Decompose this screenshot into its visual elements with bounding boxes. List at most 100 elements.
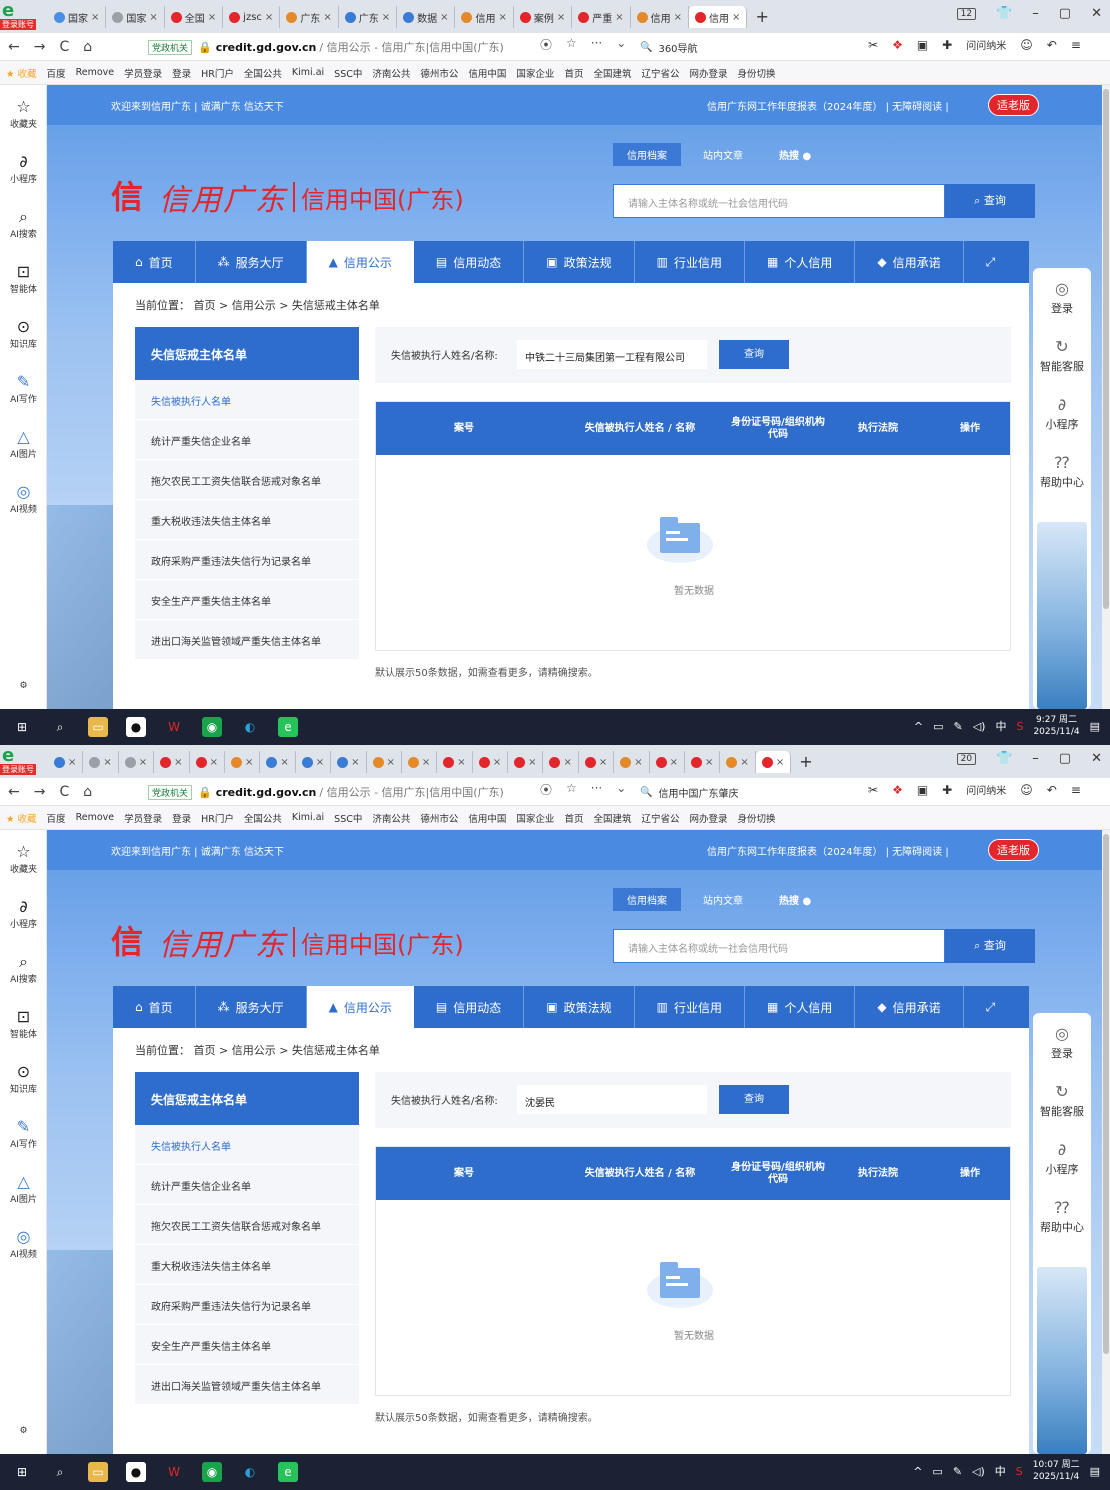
tab-close-icon[interactable]: × xyxy=(316,757,324,768)
search-filter-tab[interactable]: 热搜 ● xyxy=(765,888,825,911)
shirt-icon[interactable]: 👕 xyxy=(996,6,1012,21)
maximize-icon[interactable]: ▢ xyxy=(1059,6,1071,21)
bookmark-item[interactable]: Remove xyxy=(76,67,115,78)
bookmark-item[interactable]: 百度 xyxy=(47,811,66,825)
left-menu-item[interactable]: 重大税收违法失信主体名单 xyxy=(135,500,359,540)
browser-logo-icon[interactable]: e xyxy=(2,2,22,20)
browser-tab[interactable]: 广东 × xyxy=(339,6,398,28)
menu-icon[interactable]: ≡ xyxy=(1071,783,1081,797)
browser-tab[interactable]: × xyxy=(437,751,473,773)
bookmark-item[interactable]: 信用中国 xyxy=(468,66,506,80)
left-menu-item[interactable]: 拖欠农民工工资失信联合惩戒对象名单 xyxy=(135,1205,359,1245)
bookmark-star-icon[interactable]: ☆ xyxy=(566,781,577,798)
browser-tab[interactable]: 严重 × xyxy=(572,6,631,28)
float-menu-item[interactable]: ∂ 小程序 xyxy=(1033,394,1091,432)
tab-close-icon[interactable]: × xyxy=(670,757,678,768)
browser-tab[interactable]: × xyxy=(119,751,155,773)
float-menu-item[interactable]: ∂ 小程序 xyxy=(1033,1139,1091,1177)
expand-icon[interactable]: ⤢ xyxy=(964,986,1018,1028)
bookmark-item[interactable]: Remove xyxy=(76,812,115,823)
tab-close-icon[interactable]: × xyxy=(557,12,565,23)
battery-icon[interactable]: ▭ xyxy=(933,720,943,733)
browser-tab[interactable]: × xyxy=(402,751,438,773)
maximize-icon[interactable]: ▢ xyxy=(1059,751,1071,766)
site-logo[interactable]: 信 信用广东 信用中国(广东) xyxy=(111,920,464,964)
site-search-input[interactable]: 请输入主体名称或统一社会信用代码 xyxy=(613,929,945,963)
tab-close-icon[interactable]: × xyxy=(387,757,395,768)
browser-tab[interactable]: × xyxy=(579,751,615,773)
scrollbar[interactable] xyxy=(1102,85,1110,709)
browser-tab[interactable]: 信用 × xyxy=(689,6,748,28)
tab-close-icon[interactable]: × xyxy=(740,757,748,768)
left-menu-item[interactable]: 安全生产严重失信主体名单 xyxy=(135,1325,359,1365)
left-menu-title[interactable]: 失信惩戒主体名单 xyxy=(135,327,359,380)
forward-icon[interactable]: → xyxy=(34,784,46,800)
elder-mode-button[interactable]: 适老版 xyxy=(988,94,1039,116)
bookmark-item[interactable]: 信用中国 xyxy=(468,811,506,825)
back-icon[interactable]: ← xyxy=(8,39,20,55)
reload-icon[interactable]: C xyxy=(59,784,69,800)
sidebar-item[interactable]: ☆ 收藏夹 xyxy=(0,842,47,875)
new-tab-button[interactable]: + xyxy=(747,6,776,28)
browser-taskbar-icon[interactable]: e xyxy=(278,717,298,737)
browser-tab[interactable]: 数据 × xyxy=(397,6,456,28)
elder-mode-button[interactable]: 适老版 xyxy=(988,839,1039,861)
bookmark-item[interactable]: 德州市公 xyxy=(420,66,458,80)
sidebar-item[interactable]: ⊡ 智能体 xyxy=(0,262,47,295)
site-search-button[interactable]: ⌕ 查询 xyxy=(945,929,1035,963)
nav-item[interactable]: ◆ 信用承诺 xyxy=(855,241,964,283)
tab-close-icon[interactable]: × xyxy=(615,12,623,23)
nav-item[interactable]: ▦ 个人信用 xyxy=(745,986,856,1028)
edge-icon[interactable]: ◐ xyxy=(240,717,260,737)
tab-close-icon[interactable]: × xyxy=(599,757,607,768)
bookmark-item[interactable]: 全国公共 xyxy=(244,66,282,80)
bookmark-item[interactable]: SSC中 xyxy=(334,811,362,825)
bookmark-item[interactable]: Kimi.ai xyxy=(292,67,324,78)
left-menu-item[interactable]: 失信被执行人名单 xyxy=(135,380,359,420)
tab-close-icon[interactable]: × xyxy=(732,12,740,23)
puzzle-icon[interactable]: ✚ xyxy=(942,38,952,52)
left-menu-item[interactable]: 进出口海关监管领域严重失信主体名单 xyxy=(135,1365,359,1405)
wechat-icon[interactable]: ◉ xyxy=(202,717,222,737)
sidebar-item[interactable]: ∂ 小程序 xyxy=(0,897,47,930)
left-menu-item[interactable]: 重大税收违法失信主体名单 xyxy=(135,1245,359,1285)
bookmark-item[interactable]: ★ 收藏 xyxy=(6,811,37,825)
browser-tab[interactable]: 信用 × xyxy=(631,6,690,28)
tab-count-badge[interactable]: 20 xyxy=(956,752,977,765)
annual-report-link[interactable]: 信用广东网工作年度报表（2024年度） | 无障碍阅读 | xyxy=(707,98,949,113)
shield-app-icon[interactable]: S xyxy=(1016,1465,1023,1478)
wenwen-button[interactable]: 问问纳米 xyxy=(966,37,1006,52)
bookmark-item[interactable]: 网办登录 xyxy=(689,66,727,80)
sidebar-item[interactable]: ⊙ 知识库 xyxy=(0,317,47,350)
bookmark-item[interactable]: HR门户 xyxy=(201,811,234,825)
query-button[interactable]: 查询 xyxy=(719,340,789,369)
wps-icon[interactable]: W xyxy=(164,1462,184,1482)
browser-tab[interactable]: × xyxy=(650,751,686,773)
shirt-icon[interactable]: 👕 xyxy=(996,751,1012,766)
tab-close-icon[interactable]: × xyxy=(498,12,506,23)
browser-tab[interactable]: × xyxy=(331,751,367,773)
wenwen-button[interactable]: 问问纳米 xyxy=(966,782,1006,797)
new-tab-button[interactable]: + xyxy=(791,751,820,773)
shield-app-icon[interactable]: S xyxy=(1016,720,1023,733)
chevron-down-icon[interactable]: ⌄ xyxy=(616,36,626,53)
notification-icon[interactable]: ▤ xyxy=(1090,1465,1100,1478)
browser-tab[interactable]: × xyxy=(614,751,650,773)
left-menu-title[interactable]: 失信惩戒主体名单 xyxy=(135,1072,359,1125)
tab-count-badge[interactable]: 12 xyxy=(956,7,977,20)
browser-tab[interactable]: × xyxy=(190,751,225,773)
tab-close-icon[interactable]: × xyxy=(382,12,390,23)
reload-icon[interactable]: C xyxy=(59,39,69,55)
browser-tab[interactable]: 国家 × xyxy=(48,6,107,28)
scrollbar-thumb[interactable] xyxy=(1103,834,1109,1354)
profile-icon[interactable]: ☺ xyxy=(1020,783,1033,797)
tab-close-icon[interactable]: × xyxy=(280,757,288,768)
sidebar-item[interactable]: ⊙ 知识库 xyxy=(0,1062,47,1095)
browser-logo-icon[interactable]: e xyxy=(2,747,22,765)
scissors-icon[interactable]: ✂ xyxy=(868,38,878,52)
bookmark-item[interactable]: 德州市公 xyxy=(420,811,458,825)
sidebar-item[interactable]: ☆ 收藏夹 xyxy=(0,97,47,130)
tab-close-icon[interactable]: × xyxy=(323,12,331,23)
nav-item[interactable]: ▤ 信用动态 xyxy=(414,986,525,1028)
tab-close-icon[interactable]: × xyxy=(149,12,157,23)
